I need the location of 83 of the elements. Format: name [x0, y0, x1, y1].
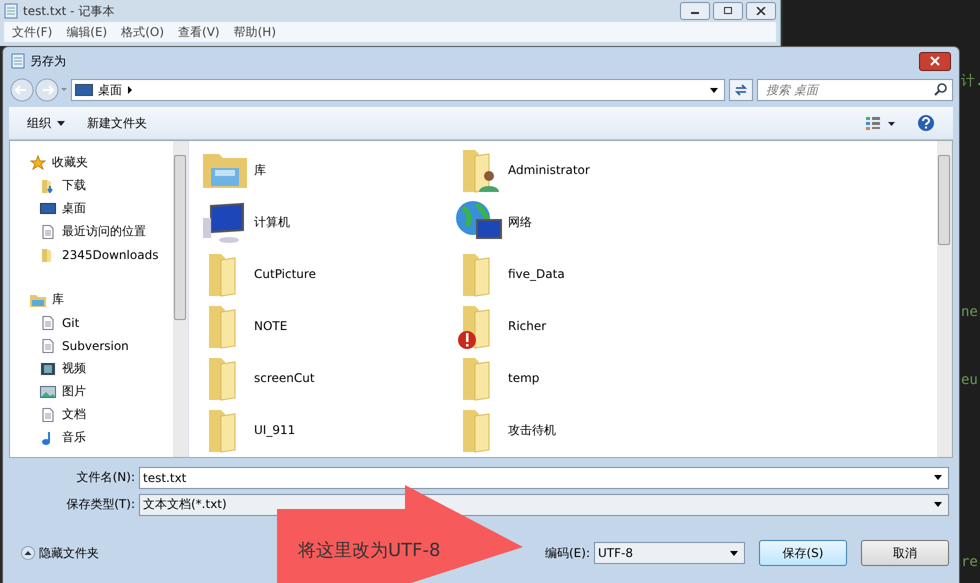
file-item[interactable]: Richer	[455, 301, 709, 351]
document-icon	[40, 338, 56, 352]
view-options-icon[interactable]	[865, 116, 895, 130]
menu-item[interactable]: 格式(O)	[121, 24, 164, 40]
help-icon[interactable]	[917, 114, 935, 132]
close-icon	[929, 56, 941, 66]
menu-item[interactable]: 编辑(E)	[66, 24, 108, 40]
close-button[interactable]	[919, 52, 951, 70]
document-icon	[40, 316, 56, 330]
dropdown-arrow-icon[interactable]	[730, 550, 738, 556]
file-item[interactable]: 攻击待机	[455, 405, 709, 455]
dropdown-arrow-icon[interactable]	[934, 502, 942, 507]
sidebar-item[interactable]: 音乐	[10, 426, 173, 449]
code-text: re	[961, 554, 978, 570]
menu-item[interactable]: 帮助(H)	[234, 24, 276, 40]
scrollbar[interactable]	[937, 141, 952, 457]
monitor-icon	[40, 202, 56, 216]
search-field[interactable]: 搜索 桌面	[757, 79, 953, 101]
sidebar-item[interactable]: 视频	[10, 357, 173, 380]
sidebar-item[interactable]: 最近访问的位置	[10, 220, 173, 243]
field-label: 文件名(N):	[76, 469, 136, 486]
file-item[interactable]: five_Data	[455, 249, 709, 299]
maximize-button[interactable]	[713, 2, 743, 20]
sidebar-group[interactable]: 收藏夹	[10, 151, 173, 174]
organize-menu-button[interactable]: 组织	[27, 114, 65, 132]
file-item[interactable]: temp	[455, 353, 709, 403]
film-icon	[40, 362, 56, 376]
code-text: 计.	[961, 72, 980, 90]
dialog-title: 另存为	[30, 52, 66, 70]
chevron-icon	[127, 86, 133, 94]
menu-item[interactable]: 文件(F)	[12, 24, 52, 40]
annotation-text: 将这里改为UTF-8	[298, 539, 440, 562]
minimize-button[interactable]	[680, 2, 710, 20]
star-icon	[30, 154, 46, 170]
dropdown-arrow-icon[interactable]	[710, 88, 718, 92]
file-item[interactable]: NOTE	[201, 301, 455, 351]
back-forward-icon[interactable]	[9, 77, 67, 103]
sidebar-item[interactable]: Subversion	[10, 334, 173, 357]
file-item[interactable]: UI_911	[201, 405, 455, 455]
sidebar-item[interactable]: Git	[10, 311, 173, 334]
document-icon	[40, 224, 56, 238]
picture-icon	[40, 384, 56, 398]
address-bar[interactable]: 桌面	[71, 79, 725, 101]
close-button[interactable]	[746, 2, 776, 20]
sidebar-item[interactable]: 桌面	[10, 197, 173, 220]
file-item[interactable]: 网络	[455, 197, 709, 247]
sidebar-item[interactable]: 2345Downloads	[10, 243, 173, 266]
field-label: 保存类型(T):	[65, 496, 136, 513]
refresh-icon	[734, 83, 748, 97]
refresh-button[interactable]	[729, 79, 753, 101]
folder-icon	[30, 292, 46, 306]
file-item[interactable]: 库	[201, 145, 455, 195]
file-type-dropdown[interactable]: 文本文档(*.txt)	[139, 494, 949, 516]
filename-field[interactable]: test.txt	[139, 466, 949, 488]
document-icon	[40, 408, 56, 422]
caret-icon	[57, 120, 65, 126]
file-item[interactable]: screenCut	[201, 353, 455, 403]
save-button[interactable]: 保存(S)	[759, 540, 847, 566]
encoding-dropdown[interactable]: UTF-8	[594, 542, 745, 564]
sidebar-item[interactable]: 图片	[10, 380, 173, 403]
scrollbar[interactable]	[173, 141, 188, 457]
search-icon[interactable]	[934, 83, 947, 96]
menu-item[interactable]: 查看(V)	[178, 24, 220, 40]
window-title: test.txt - 记事本	[23, 2, 114, 20]
maximize-icon	[723, 7, 733, 15]
notepad-icon	[11, 53, 25, 69]
code-text: ne	[961, 304, 978, 320]
close-icon	[756, 7, 766, 15]
collapse-icon	[21, 546, 35, 560]
sidebar-item[interactable]: 下载	[10, 174, 173, 197]
code-text: eu	[961, 372, 978, 388]
desktop-icon	[75, 84, 93, 96]
cancel-button[interactable]: 取消	[861, 540, 949, 566]
file-item[interactable]: CutPicture	[201, 249, 455, 299]
dropdown-arrow-icon[interactable]	[934, 475, 942, 480]
file-item[interactable]: 计算机	[201, 197, 455, 247]
file-item[interactable]: Administrator	[455, 145, 709, 195]
new-folder-button[interactable]: 新建文件夹	[87, 114, 147, 132]
sidebar-item[interactable]: 文档	[10, 403, 173, 426]
notepad-icon	[4, 3, 18, 19]
hide-folders-button[interactable]: 隐藏文件夹	[21, 544, 99, 562]
sidebar-group[interactable]: 库	[10, 288, 173, 311]
field-label: 编码(E):	[545, 544, 590, 562]
